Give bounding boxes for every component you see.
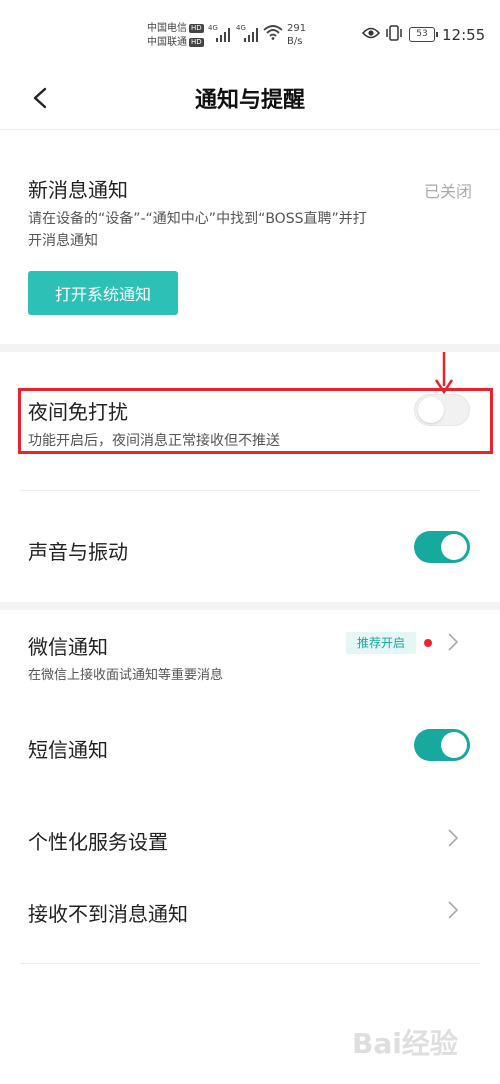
- toggle-knob: [441, 732, 467, 758]
- hd-badge-2: HD: [189, 38, 204, 47]
- nav-header: 通知与提醒: [0, 72, 500, 130]
- sms-toggle[interactable]: [414, 729, 470, 761]
- arrow-down-icon: [434, 352, 454, 394]
- carrier-1: 中国电信: [147, 23, 187, 34]
- divider: [20, 963, 480, 964]
- new-message-title: 新消息通知: [28, 178, 128, 202]
- status-bar: 中国电信 HD 中国联通 HD 4G 4G 291 B/s 53 12:55: [147, 22, 486, 50]
- personalized-title[interactable]: 个性化服务设置: [28, 826, 168, 855]
- section-gap: [0, 602, 500, 610]
- new-message-desc: 请在设备的“设备”-“通知中心”中找到“BOSS直聘”并打开消息通知: [28, 211, 367, 249]
- network-speed: 291 B/s: [287, 23, 307, 47]
- watermark: Bai经验: [352, 1027, 458, 1060]
- wifi-icon: [263, 25, 283, 40]
- red-dot-icon: [424, 639, 432, 647]
- battery-icon: 53: [409, 27, 438, 42]
- highlight-box: [18, 388, 493, 454]
- wechat-desc: 在微信上接收面试通知等重要消息: [28, 668, 224, 683]
- sound-vibration-toggle[interactable]: [414, 531, 470, 563]
- carrier-2: 中国联通: [147, 37, 187, 48]
- recommend-badge: 推荐开启: [346, 632, 416, 654]
- vibrate-icon: [386, 25, 402, 41]
- not-receiving-title[interactable]: 接收不到消息通知: [28, 898, 188, 927]
- chevron-right-icon[interactable]: [446, 632, 460, 652]
- toggle-knob: [441, 534, 467, 560]
- wechat-title: 微信通知: [28, 635, 108, 659]
- new-message-status: 已关闭: [423, 182, 472, 201]
- sms-title: 短信通知: [28, 738, 108, 762]
- eye-icon: [362, 27, 380, 39]
- sound-vibration-title: 声音与振动: [28, 540, 128, 564]
- open-system-notification-button[interactable]: 打开系统通知: [28, 271, 178, 315]
- chevron-right-icon[interactable]: [446, 900, 460, 920]
- divider: [20, 490, 480, 491]
- section-gap: [0, 344, 500, 352]
- clock: 12:55: [442, 26, 486, 44]
- page-title: 通知与提醒: [194, 88, 305, 113]
- hd-badge-1: HD: [189, 24, 204, 33]
- carrier-info: 中国电信 HD 中国联通 HD: [147, 22, 204, 50]
- chevron-right-icon[interactable]: [446, 828, 460, 848]
